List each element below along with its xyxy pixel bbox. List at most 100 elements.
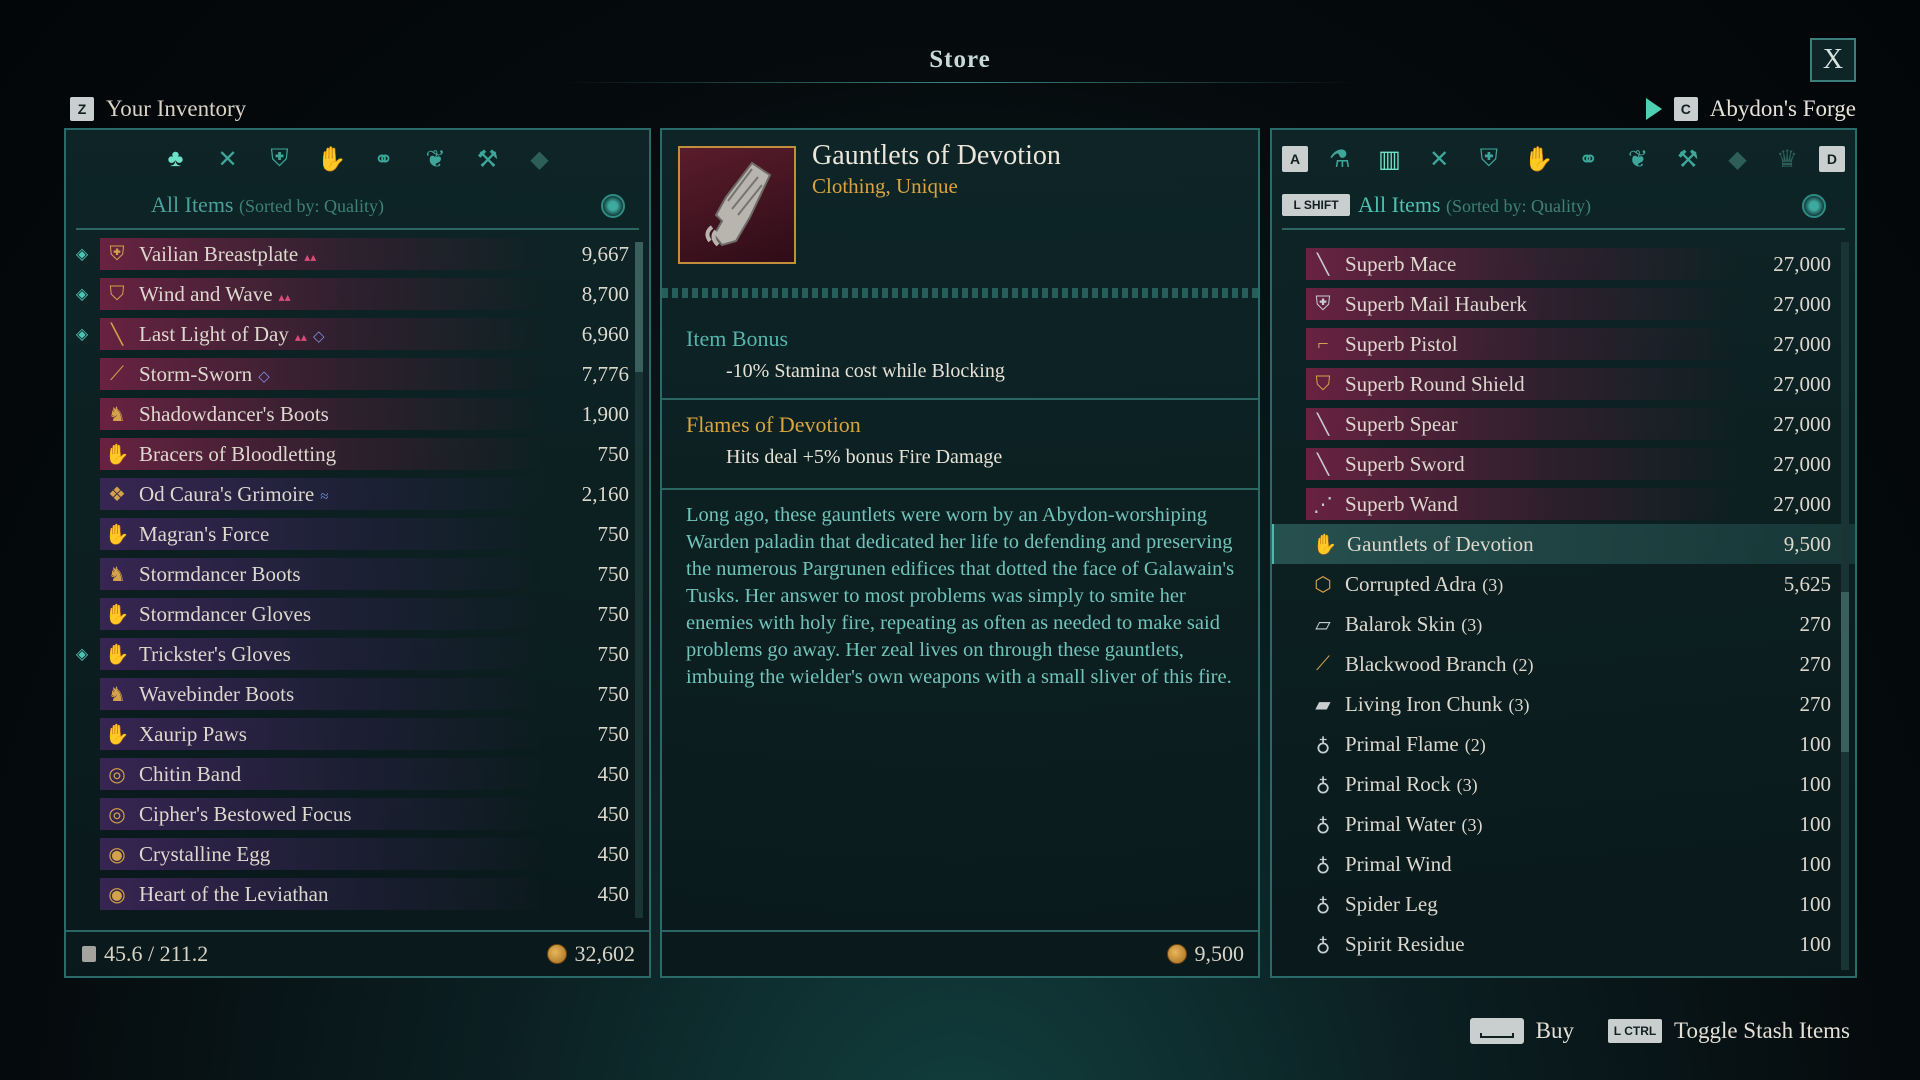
vendor-item-row[interactable]: ▱ Balarok Skin (3) 270 [1272,604,1855,644]
inventory-item-row[interactable]: ◉ Crystalline Egg 450 [66,834,649,874]
vendor-header[interactable]: C Abydon's Forge [1645,96,1856,122]
item-name: Chitin Band [139,762,241,787]
enchantment-heading: Flames of Devotion [686,412,861,437]
item-quantity: (3) [1456,774,1478,795]
vendor-sort-label[interactable]: L SHIFT All Items (Sorted by: Quality) [1282,192,1591,218]
item-value: 27,000 [1773,411,1831,436]
vendor-item-row[interactable]: ♁ Primal Rock (3) 100 [1272,764,1855,804]
all-items-icon[interactable]: ♣ [159,142,193,176]
vendor-item-row[interactable]: ╲ Superb Mace 27,000 [1272,244,1855,284]
inventory-item-row[interactable]: ✋ Stormdancer Gloves 750 [66,594,649,634]
inventory-item-row[interactable]: ◎ Cipher's Bestowed Focus 450 [66,794,649,834]
gauntlet-icon: ✋ [104,523,130,546]
gem-icon[interactable]: ◆ [1719,142,1755,176]
vendor-list: ╲ Superb Mace 27,000 ⛨ Superb Mail Hauberk 27… [1272,244,1855,972]
item-name-text: Wind and Wave [139,281,273,306]
weapons-icon[interactable]: ✕ [1421,142,1457,176]
inventory-sort-label[interactable]: All Items (Sorted by: Quality) [151,192,384,218]
inventory-item-row[interactable]: ♞ Stormdancer Boots 750 [66,554,649,594]
vendor-item-row[interactable]: ♁ Primal Flame (2) 100 [1272,724,1855,764]
item-value: 100 [1799,931,1832,956]
vendor-item-row[interactable]: ♁ Primal Water (3) 100 [1272,804,1855,844]
pinned-icon[interactable]: ◈ [72,284,92,304]
inventory-scrollbar[interactable] [635,242,643,918]
item-value: 750 [597,521,630,546]
armor-icon[interactable]: ⛨ [263,142,297,176]
essence-icon: ♁ [1315,773,1331,796]
anvil-icon[interactable]: ⚒ [1670,142,1706,176]
vendor-item-row[interactable]: ♁ Spirit Residue 100 [1272,924,1855,964]
weapons-icon[interactable]: ✕ [211,142,245,176]
consumables-icon[interactable]: ❦ [419,142,453,176]
vendor-scroll-thumb[interactable] [1841,592,1849,752]
vendor-item-row[interactable]: ⋰ Superb Wand 27,000 [1272,484,1855,524]
inventory-item-row[interactable]: ◎ Chitin Band 450 [66,754,649,794]
vendor-item-row[interactable]: ⛉ Superb Round Shield 27,000 [1272,364,1855,404]
inventory-item-row[interactable]: ◈ ╲ Last Light of Day ▴▴ ◇ 6,960 [66,314,649,354]
stash-icon[interactable]: ▥ [1371,142,1407,176]
inventory-item-row[interactable]: ◈ ⛨ Vailian Breastplate ▴▴ 9,667 [66,234,649,274]
armor-icon[interactable]: ⛨ [1471,142,1507,176]
ornament-divider [662,288,1258,298]
anvil-icon[interactable]: ⚒ [471,142,505,176]
item-name: Primal Water (3) [1345,812,1482,837]
crown-icon[interactable]: ♛ [1769,142,1805,176]
key-hint-d[interactable]: D [1818,146,1845,172]
item-quantity: (2) [1464,734,1486,755]
key-hint-a[interactable]: A [1282,146,1308,172]
inventory-item-row[interactable]: ✋ Bracers of Bloodletting 750 [66,434,649,474]
window-title: Store [929,46,991,73]
sword-icon: ╲ [1316,453,1330,476]
toggle-stash-action[interactable]: L CTRL Toggle Stash Items [1608,1018,1850,1044]
vendor-item-row[interactable]: ╲ Superb Sword 27,000 [1272,444,1855,484]
gloves-icon[interactable]: ✋ [1521,142,1557,176]
inventory-item-row[interactable]: ◈ ✋ Trickster's Gloves 750 [66,634,649,674]
inventory-item-row[interactable]: ✋ Xaurip Paws 750 [66,714,649,754]
vendor-item-row[interactable]: ⌐ Superb Pistol 27,000 [1272,324,1855,364]
inventory-item-row[interactable]: ⟋ Storm-Sworn ◇ 7,776 [66,354,649,394]
buy-action[interactable]: Buy [1469,1018,1574,1044]
mace-icon: ╲ [1316,253,1330,276]
item-name: Stormdancer Gloves [139,602,311,627]
sort-toggle-icon[interactable] [1802,194,1826,218]
inventory-item-row[interactable]: ♞ Shadowdancer's Boots 1,900 [66,394,649,434]
vendor-title: Abydon's Forge [1709,96,1856,121]
vendor-scrollbar[interactable] [1841,242,1849,970]
item-name: Superb Mail Hauberk [1345,292,1527,317]
enchant-tag-icon: ◇ [258,368,270,385]
rings-icon[interactable]: ⚭ [1570,142,1606,176]
inventory-item-row[interactable]: ✋ Magran's Force 750 [66,514,649,554]
rings-icon[interactable]: ⚭ [367,142,401,176]
pinned-icon[interactable]: ◈ [72,644,92,664]
vendor-item-row[interactable]: ⬡ Corrupted Adra (3) 5,625 [1272,564,1855,604]
vendor-item-row[interactable]: ╲ Superb Spear 27,000 [1272,404,1855,444]
inventory-scroll-thumb[interactable] [635,242,643,372]
potions-icon[interactable]: ❦ [1620,142,1656,176]
vendor-item-row[interactable]: ♁ Primal Wind 100 [1272,844,1855,884]
gem-icon[interactable]: ◆ [523,142,557,176]
close-button[interactable]: X [1810,38,1856,82]
item-value: 100 [1799,811,1832,836]
gloves-icon[interactable]: ✋ [315,142,349,176]
item-value: 450 [597,801,630,826]
consumables-icon[interactable]: ⚗ [1322,142,1358,176]
item-quantity: (2) [1512,654,1534,675]
pinned-icon[interactable]: ◈ [72,244,92,264]
sort-toggle-icon[interactable] [601,194,625,218]
inventory-item-row[interactable]: ♞ Wavebinder Boots 750 [66,674,649,714]
pinned-icon[interactable]: ◈ [72,324,92,344]
inventory-header[interactable]: Z Your Inventory [70,96,246,122]
upgrade-stars-icon: ▴▴ [304,249,317,264]
item-name-text: Crystalline Egg [139,841,271,866]
vendor-item-row[interactable]: ⟋ Blackwood Branch (2) 270 [1272,644,1855,684]
inventory-item-row[interactable]: ◉ Heart of the Leviathan 450 [66,874,649,914]
vendor-item-row[interactable]: ♁ Spider Leg 100 [1272,884,1855,924]
vendor-item-row[interactable]: ⛨ Superb Mail Hauberk 27,000 [1272,284,1855,324]
item-name-text: Cipher's Bestowed Focus [139,801,352,826]
item-name: Stormdancer Boots [139,562,301,587]
vendor-item-row[interactable]: ✋ Gauntlets of Devotion 9,500 [1272,524,1855,564]
item-value: 1,900 [581,401,629,426]
vendor-item-row[interactable]: ▰ Living Iron Chunk (3) 270 [1272,684,1855,724]
inventory-item-row[interactable]: ❖ Od Caura's Grimoire ≈2,160 [66,474,649,514]
inventory-item-row[interactable]: ◈ ⛉ Wind and Wave ▴▴ 8,700 [66,274,649,314]
